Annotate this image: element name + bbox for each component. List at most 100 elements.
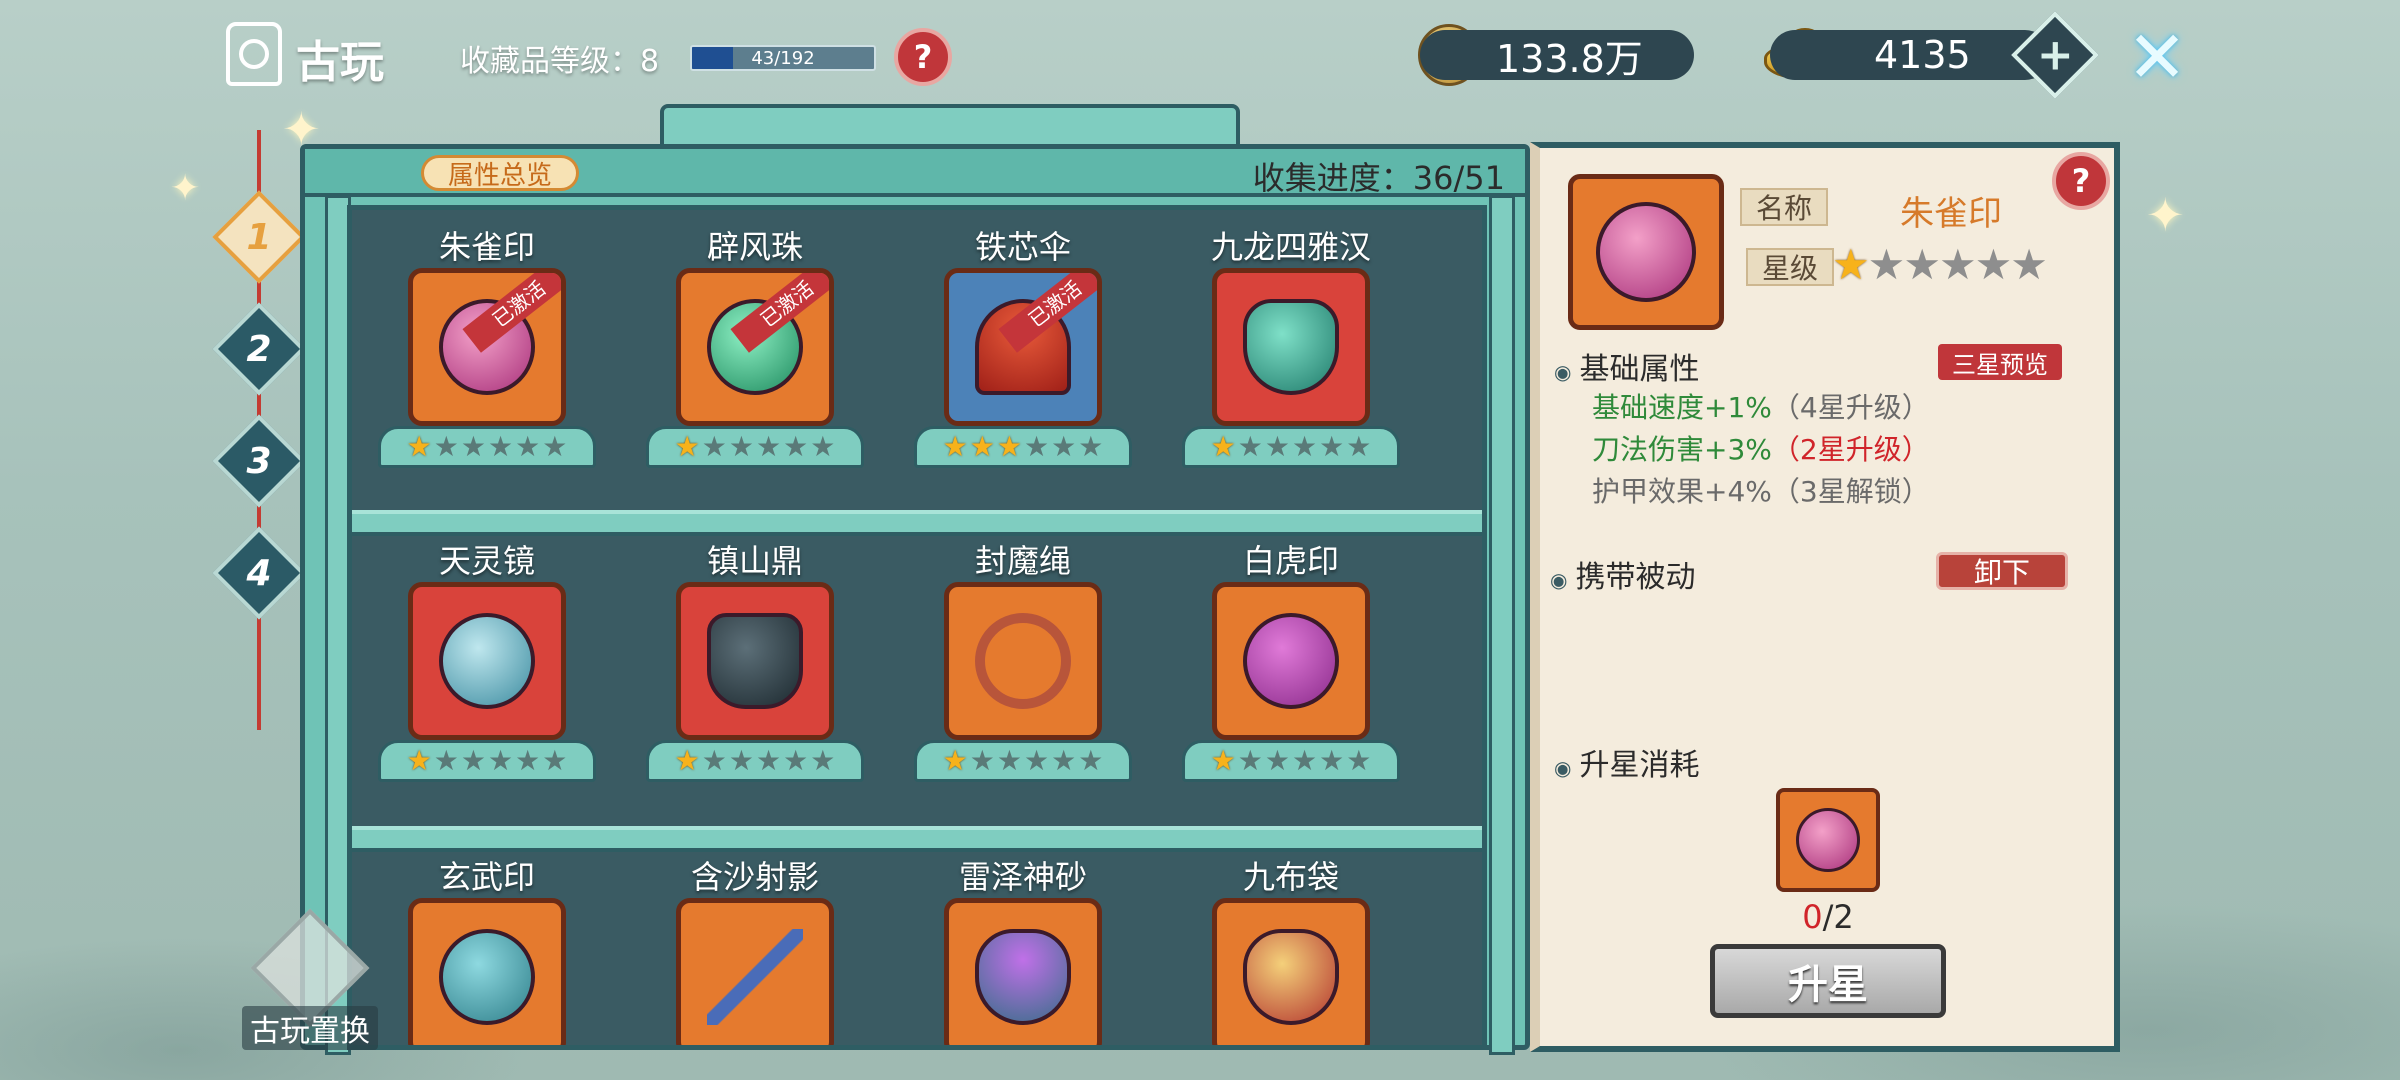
star-icon: ★	[1319, 430, 1345, 463]
antique-item[interactable]: 九布袋	[1176, 852, 1406, 1045]
antique-item[interactable]: 玄武印	[372, 852, 602, 1045]
antique-item-icon	[408, 898, 566, 1045]
star-icon: ★	[1210, 430, 1236, 463]
unequip-button[interactable]: 卸下	[1936, 552, 2068, 590]
antique-item-icon	[1212, 898, 1370, 1045]
star-icon: ★	[1264, 744, 1290, 777]
upgrade-star-button[interactable]: 升星	[1710, 944, 1946, 1018]
cost-have: 0	[1802, 898, 1823, 936]
attribute-line: 护甲效果+4%（3星解锁）	[1592, 470, 1930, 510]
antique-item[interactable]: 朱雀印 已激活 ★ ★ ★ ★ ★ ★	[372, 222, 602, 482]
antique-item[interactable]: 九龙四雅汉 ★ ★ ★ ★ ★ ★	[1176, 222, 1406, 482]
star-icon: ★	[701, 744, 727, 777]
gold-currency: 4135	[1770, 30, 2050, 80]
star-rating: ★ ★ ★ ★ ★ ★	[1182, 740, 1400, 782]
antique-item-name: 封魔绳	[974, 542, 1071, 580]
antique-item-icon	[676, 898, 834, 1045]
star-icon: ★	[1319, 744, 1345, 777]
antique-item[interactable]: 辟风珠 已激活 ★ ★ ★ ★ ★ ★	[640, 222, 870, 482]
antique-item-name: 天灵镜	[438, 542, 535, 580]
butterfly-icon: ✦	[2146, 188, 2185, 242]
copper-currency: 133.8万	[1420, 30, 1694, 81]
side-tab-4[interactable]: 4	[212, 526, 306, 620]
star-icon: ★	[1292, 744, 1318, 777]
attribute-value: 护甲效果+4%	[1592, 475, 1772, 508]
attribute-overview-button[interactable]: 属性总览	[421, 155, 580, 191]
collection-level-progress: 43/192	[690, 45, 876, 71]
name-tag: 名称	[1740, 188, 1829, 226]
star-rating: ★ ★ ★ ★ ★ ★	[378, 426, 596, 468]
antique-item-name: 辟风珠	[706, 228, 803, 266]
page-title: 古玩	[296, 37, 384, 88]
star-icon: ★	[969, 744, 995, 777]
antique-item-icon	[1212, 582, 1370, 740]
antique-item[interactable]: 天灵镜 ★ ★ ★ ★ ★ ★	[372, 536, 602, 796]
star-icon: ★	[1867, 240, 1906, 289]
antique-item[interactable]: 雷泽神砂	[908, 852, 1138, 1045]
rope-icon	[975, 613, 1071, 709]
antique-item-icon	[676, 582, 834, 740]
antique-item-name: 含沙射影	[690, 858, 819, 896]
star-icon: ★	[783, 430, 809, 463]
antique-item-icon	[1212, 268, 1370, 426]
star-icon: ★	[1832, 240, 1870, 289]
antique-item-name: 镇山鼎	[706, 542, 803, 580]
antique-item-name: 白虎印	[1242, 542, 1339, 580]
cost-need: /2	[1822, 898, 1854, 936]
side-tab-1[interactable]: 1	[212, 190, 306, 284]
star-icon: ★	[674, 744, 700, 777]
star-icon: ★	[542, 744, 568, 777]
antique-item[interactable]: 白虎印 ★ ★ ★ ★ ★ ★	[1176, 536, 1406, 796]
tiger-icon	[1243, 613, 1339, 709]
antique-item[interactable]: 铁芯伞 已激活 ★ ★ ★ ★ ★ ★	[908, 222, 1138, 482]
side-tab-3[interactable]: 3	[212, 414, 306, 508]
add-gold-button[interactable]: +	[2011, 11, 2099, 99]
detail-star-rating: ★★★★★★	[1832, 244, 2048, 286]
star-icon: ★	[1210, 744, 1236, 777]
star-icon: ★	[756, 430, 782, 463]
side-tab-label: 1	[246, 216, 272, 258]
star-icon: ★	[1237, 744, 1263, 777]
brush-icon	[707, 929, 803, 1025]
detail-item-icon	[1568, 174, 1724, 330]
star-icon: ★	[1346, 744, 1372, 777]
antique-item-icon	[944, 582, 1102, 740]
antique-swap-button[interactable]: 古玩置换	[242, 908, 378, 1050]
upgrade-cost-title: 升星消耗	[1554, 740, 1699, 784]
antique-item[interactable]: 封魔绳 ★ ★ ★ ★ ★ ★	[908, 536, 1138, 796]
attribute-line: 刀法伤害+3%（2星升级）	[1592, 428, 1930, 468]
turtle-icon	[439, 929, 535, 1025]
close-button[interactable]: ✕	[2122, 15, 2192, 99]
star-icon: ★	[1024, 430, 1050, 463]
star-icon: ★	[1938, 240, 1977, 289]
antique-swap-label: 古玩置换	[242, 1006, 378, 1050]
ding-icon	[707, 613, 803, 709]
antique-item[interactable]: 镇山鼎 ★ ★ ★ ★ ★ ★	[640, 536, 870, 796]
antique-item[interactable]: 含沙射影	[640, 852, 870, 1045]
star-icon: ★	[406, 430, 432, 463]
side-tab-2[interactable]: 2	[212, 302, 306, 396]
star-icon: ★	[996, 430, 1022, 463]
attribute-note: （3星解锁）	[1771, 475, 1930, 508]
help-button[interactable]: ?	[894, 28, 952, 86]
three-star-preview-button[interactable]: 三星预览	[1938, 344, 2062, 380]
star-rating: ★ ★ ★ ★ ★ ★	[378, 740, 596, 782]
sand-icon	[975, 929, 1071, 1025]
upgrade-cost-count: 0/2	[1776, 898, 1880, 936]
antique-item-name: 九布袋	[1242, 858, 1339, 896]
star-icon: ★	[1264, 430, 1290, 463]
star-icon: ★	[1078, 744, 1104, 777]
star-icon: ★	[515, 744, 541, 777]
detail-help-button[interactable]: ?	[2052, 152, 2110, 210]
passive-title: 携带被动	[1550, 552, 1695, 596]
star-icon: ★	[1903, 240, 1941, 289]
vase-icon	[1243, 299, 1339, 395]
side-tab-label: 3	[246, 440, 272, 482]
star-icon: ★	[783, 744, 809, 777]
star-icon: ★	[1051, 430, 1077, 463]
star-icon: ★	[515, 430, 541, 463]
antique-item-icon	[944, 898, 1102, 1045]
star-icon: ★	[1051, 744, 1077, 777]
star-icon: ★	[1974, 240, 2013, 289]
star-icon: ★	[460, 430, 486, 463]
